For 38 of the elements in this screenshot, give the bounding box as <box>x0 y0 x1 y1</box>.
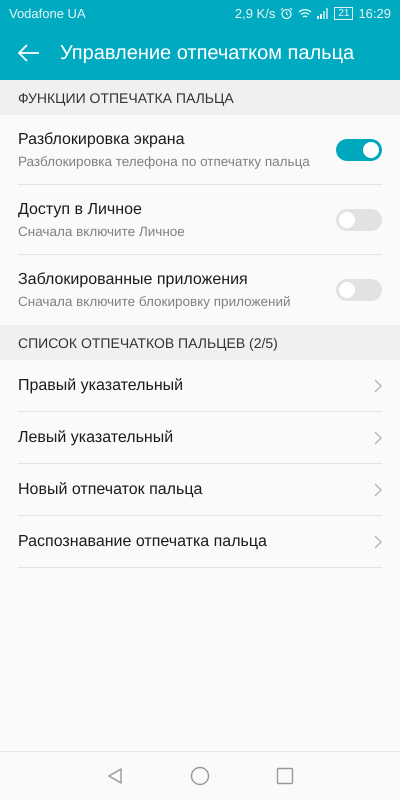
chevron-icon <box>374 430 382 444</box>
recents-nav-icon[interactable] <box>276 767 294 785</box>
carrier-name: Vodafone UA <box>9 6 86 20</box>
network-speed: 2,9 K/s <box>234 6 276 20</box>
settings-row[interactable]: Заблокированные приложения Сначала включите блокировку приложений <box>18 255 382 325</box>
chevron-icon <box>374 482 382 496</box>
row-title: Новый отпечаток пальца <box>18 480 204 500</box>
row-subtitle: Разблокировка телефона по отпечатку пальца <box>18 152 311 170</box>
row-subtitle: Сначала включите Личное <box>18 222 186 240</box>
toggle-switch[interactable] <box>336 279 382 301</box>
row-title: Распознавание отпечатка пальца <box>18 532 268 552</box>
section-header: СПИСОК ОТПЕЧАТКОВ ПАЛЬЦЕВ (2/5) <box>0 325 400 360</box>
clock-time: 16:29 <box>358 6 391 20</box>
row-title: Заблокированные приложения <box>18 270 249 290</box>
chevron-icon <box>374 534 382 548</box>
row-title: Разблокировка экрана <box>18 130 186 150</box>
settings-row[interactable]: Распознавание отпечатка пальца <box>18 516 382 568</box>
back-button[interactable] <box>18 44 40 62</box>
toggle-switch[interactable] <box>336 138 382 160</box>
toggle-switch[interactable] <box>336 208 382 230</box>
wifi-icon <box>298 8 312 18</box>
home-nav-icon[interactable] <box>190 766 210 786</box>
settings-row[interactable]: Разблокировка экрана Разблокировка телефона по отпечатку пальца <box>18 115 382 185</box>
alarm-icon <box>280 6 294 20</box>
row-title: Доступ в Личное <box>18 200 143 220</box>
row-title: Левый указательный <box>18 428 174 448</box>
settings-row[interactable]: Левый указательный <box>18 412 382 464</box>
section-header: ФУНКЦИИ ОТПЕЧАТКА ПАЛЬЦА <box>0 80 400 115</box>
row-subtitle: Сначала включите блокировку приложений <box>18 293 292 311</box>
chevron-icon <box>374 378 382 392</box>
back-nav-icon[interactable] <box>106 767 124 785</box>
battery-level: 21 <box>334 6 354 20</box>
signal-icon <box>317 8 330 18</box>
screen-title: Управление отпечатком пальца <box>60 42 354 64</box>
settings-row[interactable]: Правый указательный <box>18 360 382 412</box>
row-title: Правый указательный <box>18 376 184 396</box>
settings-row[interactable]: Новый отпечаток пальца <box>18 464 382 516</box>
settings-row[interactable]: Доступ в Личное Сначала включите Личное <box>18 185 382 255</box>
